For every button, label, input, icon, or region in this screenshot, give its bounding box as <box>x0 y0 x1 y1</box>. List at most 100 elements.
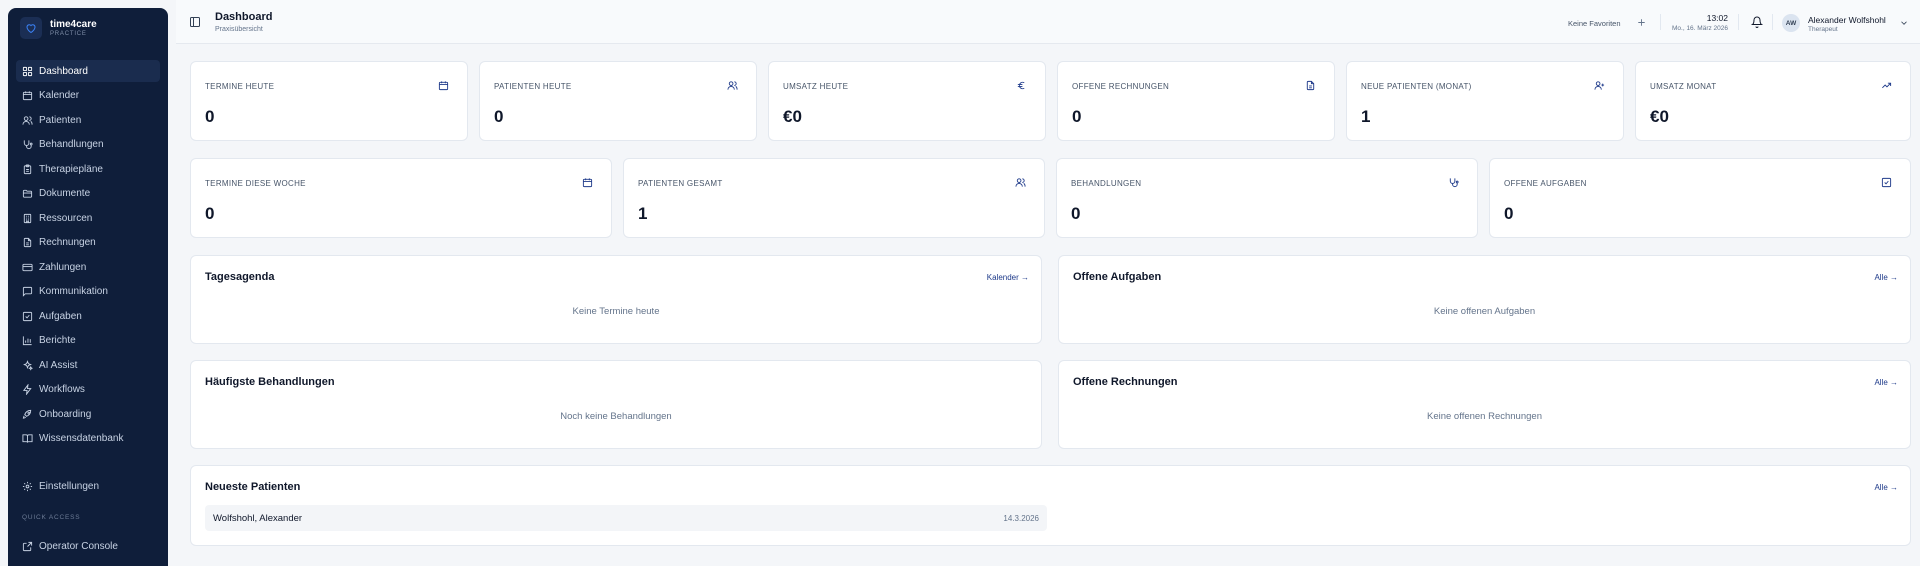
stat-value: €0 <box>783 107 802 126</box>
stat-card-umsatz-heute[interactable]: UMSATZ HEUTE €0 <box>768 61 1046 141</box>
stat-card-termine-heute[interactable]: TERMINE HEUTE 0 <box>190 61 468 141</box>
calendar-icon <box>582 177 593 188</box>
panel-neueste-patienten: Neueste Patienten Alle → Wolfshohl, Alex… <box>190 465 1911 546</box>
table-row[interactable]: Wolfshohl, Alexander 14.3.2026 <box>205 505 1047 531</box>
external-link-icon <box>22 541 33 552</box>
sidebar-item-ai-assist[interactable]: AI Assist <box>16 354 160 376</box>
stat-card-offene-aufgaben[interactable]: OFFENE AUFGABEN 0 <box>1489 158 1911 238</box>
stat-card-termine-woche[interactable]: TERMINE DIESE WOCHE 0 <box>190 158 612 238</box>
stat-label: PATIENTEN GESAMT <box>638 179 723 188</box>
sidebar-item-dokumente[interactable]: Dokumente <box>16 183 160 205</box>
chevron-down-icon[interactable] <box>1899 18 1909 28</box>
page-title: Dashboard <box>215 11 273 23</box>
sidebar-item-berichte[interactable]: Berichte <box>16 330 160 352</box>
stat-label: UMSATZ HEUTE <box>783 82 849 91</box>
stat-label: NEUE PATIENTEN (MONAT) <box>1361 82 1472 91</box>
sidebar-item-rechnungen[interactable]: Rechnungen <box>16 232 160 254</box>
stat-value: 1 <box>638 204 648 223</box>
sidebar-item-zahlungen[interactable]: Zahlungen <box>16 256 160 278</box>
stat-value: 0 <box>205 107 215 126</box>
sidebar-item-label: Operator Console <box>39 540 118 552</box>
check-square-icon <box>22 311 33 322</box>
sidebar-item-onboarding[interactable]: Onboarding <box>16 403 160 425</box>
sidebar-item-aufgaben[interactable]: Aufgaben <box>16 305 160 327</box>
stethoscope-icon <box>22 139 33 150</box>
sidebar-item-workflows[interactable]: Workflows <box>16 379 160 401</box>
sidebar-item-dashboard[interactable]: Dashboard <box>16 60 160 82</box>
sidebar-item-label: Workflows <box>39 384 85 395</box>
sidebar-item-label: Wissensdatenbank <box>39 433 124 444</box>
patient-date: 14.3.2026 <box>1003 514 1039 523</box>
file-text-icon <box>22 237 33 248</box>
stat-card-offene-rechnungen[interactable]: OFFENE RECHNUNGEN 0 <box>1057 61 1335 141</box>
sidebar-toggle-icon[interactable] <box>189 16 201 28</box>
stat-card-behandlungen[interactable]: BEHANDLUNGEN 0 <box>1056 158 1478 238</box>
stat-card-patienten-heute[interactable]: PATIENTEN HEUTE 0 <box>479 61 757 141</box>
brand-name: time4care <box>50 18 97 30</box>
stat-value: €0 <box>1650 107 1669 126</box>
stat-label: TERMINE HEUTE <box>205 82 275 91</box>
brand-sub: PRACTICE <box>50 30 87 37</box>
alle-link[interactable]: Alle → <box>1874 378 1898 387</box>
favorites-label[interactable]: Keine Favoriten <box>1568 19 1621 28</box>
panel-title: Häufigste Behandlungen <box>205 376 335 388</box>
bell-icon[interactable] <box>1751 16 1763 28</box>
clock-time: 13:02 <box>1706 13 1728 23</box>
divider <box>1772 14 1773 30</box>
stat-value: 0 <box>1504 204 1514 223</box>
stat-label: OFFENE AUFGABEN <box>1504 179 1587 188</box>
calendar-icon <box>438 80 449 91</box>
gear-icon <box>22 481 33 492</box>
sidebar-item-operator-console[interactable]: Operator Console <box>16 535 160 557</box>
users-icon <box>727 80 738 91</box>
user-role: Therapeut <box>1808 26 1838 33</box>
users-icon <box>1015 177 1026 188</box>
sidebar-item-label: Therapiepläne <box>39 163 103 175</box>
alle-link[interactable]: Alle → <box>1874 273 1898 282</box>
sidebar-item-behandlungen[interactable]: Behandlungen <box>16 134 160 156</box>
kalender-link[interactable]: Kalender → <box>987 273 1029 282</box>
stat-value: 1 <box>1361 107 1371 126</box>
panel-tagesagenda: Tagesagenda Kalender → Keine Termine heu… <box>190 255 1042 344</box>
sidebar-item-ressourcen[interactable]: Ressourcen <box>16 207 160 229</box>
avatar[interactable]: AW <box>1782 14 1800 32</box>
panel-title: Neueste Patienten <box>205 481 301 493</box>
sidebar-item-label: Berichte <box>39 335 76 346</box>
alle-link[interactable]: Alle → <box>1874 483 1898 492</box>
empty-state: Noch keine Behandlungen <box>560 411 672 422</box>
user-name[interactable]: Alexander Wolfshohl <box>1808 15 1886 25</box>
sidebar-item-wissensdatenbank[interactable]: Wissensdatenbank <box>16 428 160 450</box>
zap-icon <box>22 384 33 395</box>
stat-label: UMSATZ MONAT <box>1650 82 1717 91</box>
sidebar-item-therapieplaene[interactable]: Therapiepläne <box>16 158 160 180</box>
sidebar-item-einstellungen[interactable]: Einstellungen <box>16 475 160 497</box>
stat-card-neue-patienten[interactable]: NEUE PATIENTEN (MONAT) 1 <box>1346 61 1624 141</box>
bar-chart-icon <box>22 335 33 346</box>
stat-card-umsatz-monat[interactable]: UMSATZ MONAT €0 <box>1635 61 1911 141</box>
user-plus-icon <box>1594 80 1605 91</box>
empty-state: Keine offenen Rechnungen <box>1427 411 1542 422</box>
sidebar-item-label: Patienten <box>39 114 82 126</box>
stat-value: 0 <box>1072 107 1082 126</box>
sidebar-item-label: Onboarding <box>39 408 92 420</box>
calendar-icon <box>22 90 33 101</box>
clock-date: Mo., 16. März 2026 <box>1672 25 1728 32</box>
credit-card-icon <box>22 262 33 273</box>
sidebar-item-kalender[interactable]: Kalender <box>16 85 160 107</box>
sidebar-item-patienten[interactable]: Patienten <box>16 109 160 131</box>
rocket-icon <box>22 409 33 420</box>
folder-icon <box>22 188 33 199</box>
sidebar-item-label: Aufgaben <box>39 310 82 322</box>
trending-up-icon <box>1881 80 1892 91</box>
sidebar-item-kommunikation[interactable]: Kommunikation <box>16 281 160 303</box>
clipboard-icon <box>22 164 33 175</box>
sidebar-item-label: Zahlungen <box>39 261 87 273</box>
panel-title: Offene Rechnungen <box>1073 376 1178 388</box>
check-square-icon <box>1881 177 1892 188</box>
stat-card-patienten-gesamt[interactable]: PATIENTEN GESAMT 1 <box>623 158 1045 238</box>
stat-label: TERMINE DIESE WOCHE <box>205 179 306 188</box>
brand[interactable]: time4care PRACTICE <box>8 8 168 48</box>
quick-access-label: QUICK ACCESS <box>22 514 81 521</box>
sidebar-item-label: Kommunikation <box>39 286 108 297</box>
top-bar: Dashboard Praxisübersicht Keine Favorite… <box>176 0 1920 44</box>
